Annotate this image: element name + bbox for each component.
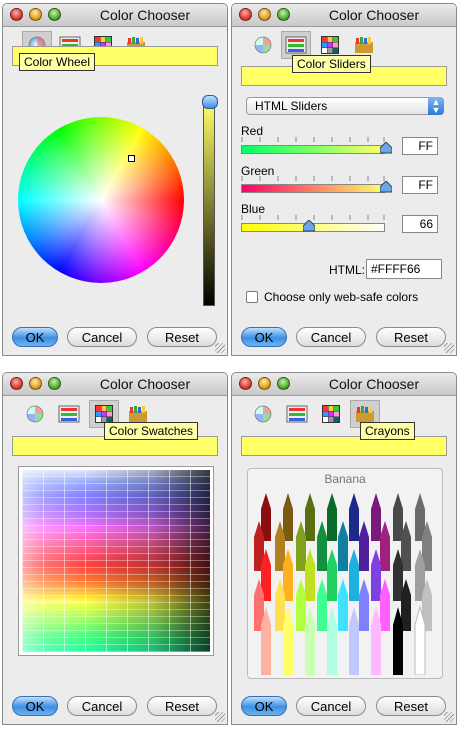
color-sliders-icon — [285, 36, 307, 54]
cancel-button[interactable]: Cancel — [296, 327, 366, 347]
reset-button[interactable]: Reset — [147, 327, 217, 347]
brightness-slider-thumb[interactable] — [202, 95, 218, 109]
red-ticks — [241, 137, 385, 142]
html-value-field[interactable]: #FFFF66 — [366, 259, 442, 279]
color-wheel-marker[interactable] — [128, 155, 135, 162]
color-swatches-icon — [322, 405, 340, 423]
color-wheel-icon — [254, 405, 272, 423]
color-chooser-window-wheel: Color Chooser Color Wheel OK Cancel Rese… — [2, 3, 228, 356]
ok-button[interactable]: OK — [12, 327, 58, 347]
color-swatches-icon — [95, 405, 113, 423]
crayon-row-4 — [254, 579, 432, 631]
blue-slider-thumb[interactable] — [303, 220, 315, 232]
tab-color-sliders[interactable] — [54, 400, 84, 428]
color-chooser-window-sliders: Color Chooser Color Sliders HTML Sliders… — [231, 3, 457, 356]
color-wheel[interactable] — [18, 117, 184, 283]
resize-grip[interactable] — [444, 712, 454, 722]
title-bar: Color Chooser — [232, 4, 456, 27]
zoom-button[interactable] — [48, 377, 61, 390]
crayons-icon — [356, 406, 374, 422]
swatch-grid[interactable] — [18, 466, 214, 656]
slider-mode-label: HTML Sliders — [255, 99, 328, 113]
current-color-swatch — [241, 436, 447, 456]
minimize-button[interactable] — [258, 377, 271, 390]
close-button[interactable] — [10, 8, 23, 21]
color-chooser-window-swatches: Color Chooser Color Swatches OK Cancel R… — [2, 372, 228, 725]
red-value-field[interactable]: FF — [402, 137, 438, 155]
resize-grip[interactable] — [215, 712, 225, 722]
tooltip: Color Swatches — [104, 422, 199, 440]
crayon-box: Banana — [247, 468, 443, 679]
color-sliders-icon — [58, 405, 80, 423]
tab-color-swatches[interactable] — [316, 400, 346, 428]
minimize-button[interactable] — [29, 8, 42, 21]
crayons-icon — [129, 406, 147, 422]
reset-button[interactable]: Reset — [376, 327, 446, 347]
window-title: Color Chooser — [99, 7, 191, 23]
zoom-button[interactable] — [277, 377, 290, 390]
close-button[interactable] — [239, 8, 252, 21]
green-slider-track[interactable] — [241, 184, 385, 193]
green-ticks — [241, 176, 385, 181]
tab-color-wheel[interactable] — [248, 400, 278, 428]
tooltip: Color Wheel — [19, 53, 96, 71]
title-bar: Color Chooser — [232, 373, 456, 396]
crayons-grid[interactable] — [251, 491, 441, 675]
red-slider-track[interactable] — [241, 145, 385, 154]
selected-crayon-name: Banana — [324, 472, 366, 486]
cancel-button[interactable]: Cancel — [67, 327, 137, 347]
ok-button[interactable]: OK — [241, 327, 287, 347]
tooltip: Crayons — [360, 422, 415, 440]
minimize-button[interactable] — [29, 377, 42, 390]
close-button[interactable] — [239, 377, 252, 390]
close-button[interactable] — [10, 377, 23, 390]
tab-color-sliders[interactable] — [282, 400, 312, 428]
color-sliders-icon — [286, 405, 308, 423]
slider-mode-select[interactable]: HTML Sliders ▲ ▼ — [246, 97, 444, 115]
websafe-label: Choose only web-safe colors — [264, 290, 419, 304]
reset-button[interactable]: Reset — [147, 696, 217, 716]
swatch-gridlines — [22, 470, 210, 652]
color-chooser-window-crayons: Color Chooser Crayons Banana OK Cancel R… — [231, 372, 457, 725]
zoom-button[interactable] — [277, 8, 290, 21]
zoom-button[interactable] — [48, 8, 61, 21]
window-title: Color Chooser — [328, 7, 420, 23]
ok-button[interactable]: OK — [241, 696, 287, 716]
red-label: Red — [241, 124, 264, 138]
cancel-button[interactable]: Cancel — [67, 696, 137, 716]
window-title: Color Chooser — [328, 376, 420, 392]
brightness-slider[interactable] — [203, 101, 215, 306]
color-wheel-icon — [26, 405, 44, 423]
resize-grip[interactable] — [444, 343, 454, 353]
minimize-button[interactable] — [258, 8, 271, 21]
green-slider-thumb[interactable] — [380, 181, 392, 193]
color-wheel-icon — [254, 36, 272, 54]
tooltip: Color Sliders — [292, 55, 371, 73]
red-slider-thumb[interactable] — [380, 142, 392, 154]
crayon-row-2 — [254, 521, 432, 571]
blue-label: Blue — [241, 202, 266, 216]
crayons-icon — [355, 37, 373, 53]
toolbar — [232, 396, 456, 430]
blue-value-field[interactable]: 66 — [402, 215, 438, 233]
reset-button[interactable]: Reset — [376, 696, 446, 716]
tab-color-wheel[interactable] — [248, 31, 278, 59]
cancel-button[interactable]: Cancel — [296, 696, 366, 716]
html-label: HTML: — [329, 263, 365, 277]
resize-grip[interactable] — [215, 343, 225, 353]
window-title: Color Chooser — [99, 376, 191, 392]
green-value-field[interactable]: FF — [402, 176, 438, 194]
ok-button[interactable]: OK — [12, 696, 58, 716]
chevron-updown-icon: ▲ ▼ — [428, 97, 444, 115]
tab-color-wheel[interactable] — [20, 400, 50, 428]
title-bar: Color Chooser — [3, 373, 227, 396]
color-swatches-icon — [321, 36, 339, 54]
title-bar: Color Chooser — [3, 4, 227, 27]
websafe-checkbox[interactable] — [246, 291, 258, 303]
